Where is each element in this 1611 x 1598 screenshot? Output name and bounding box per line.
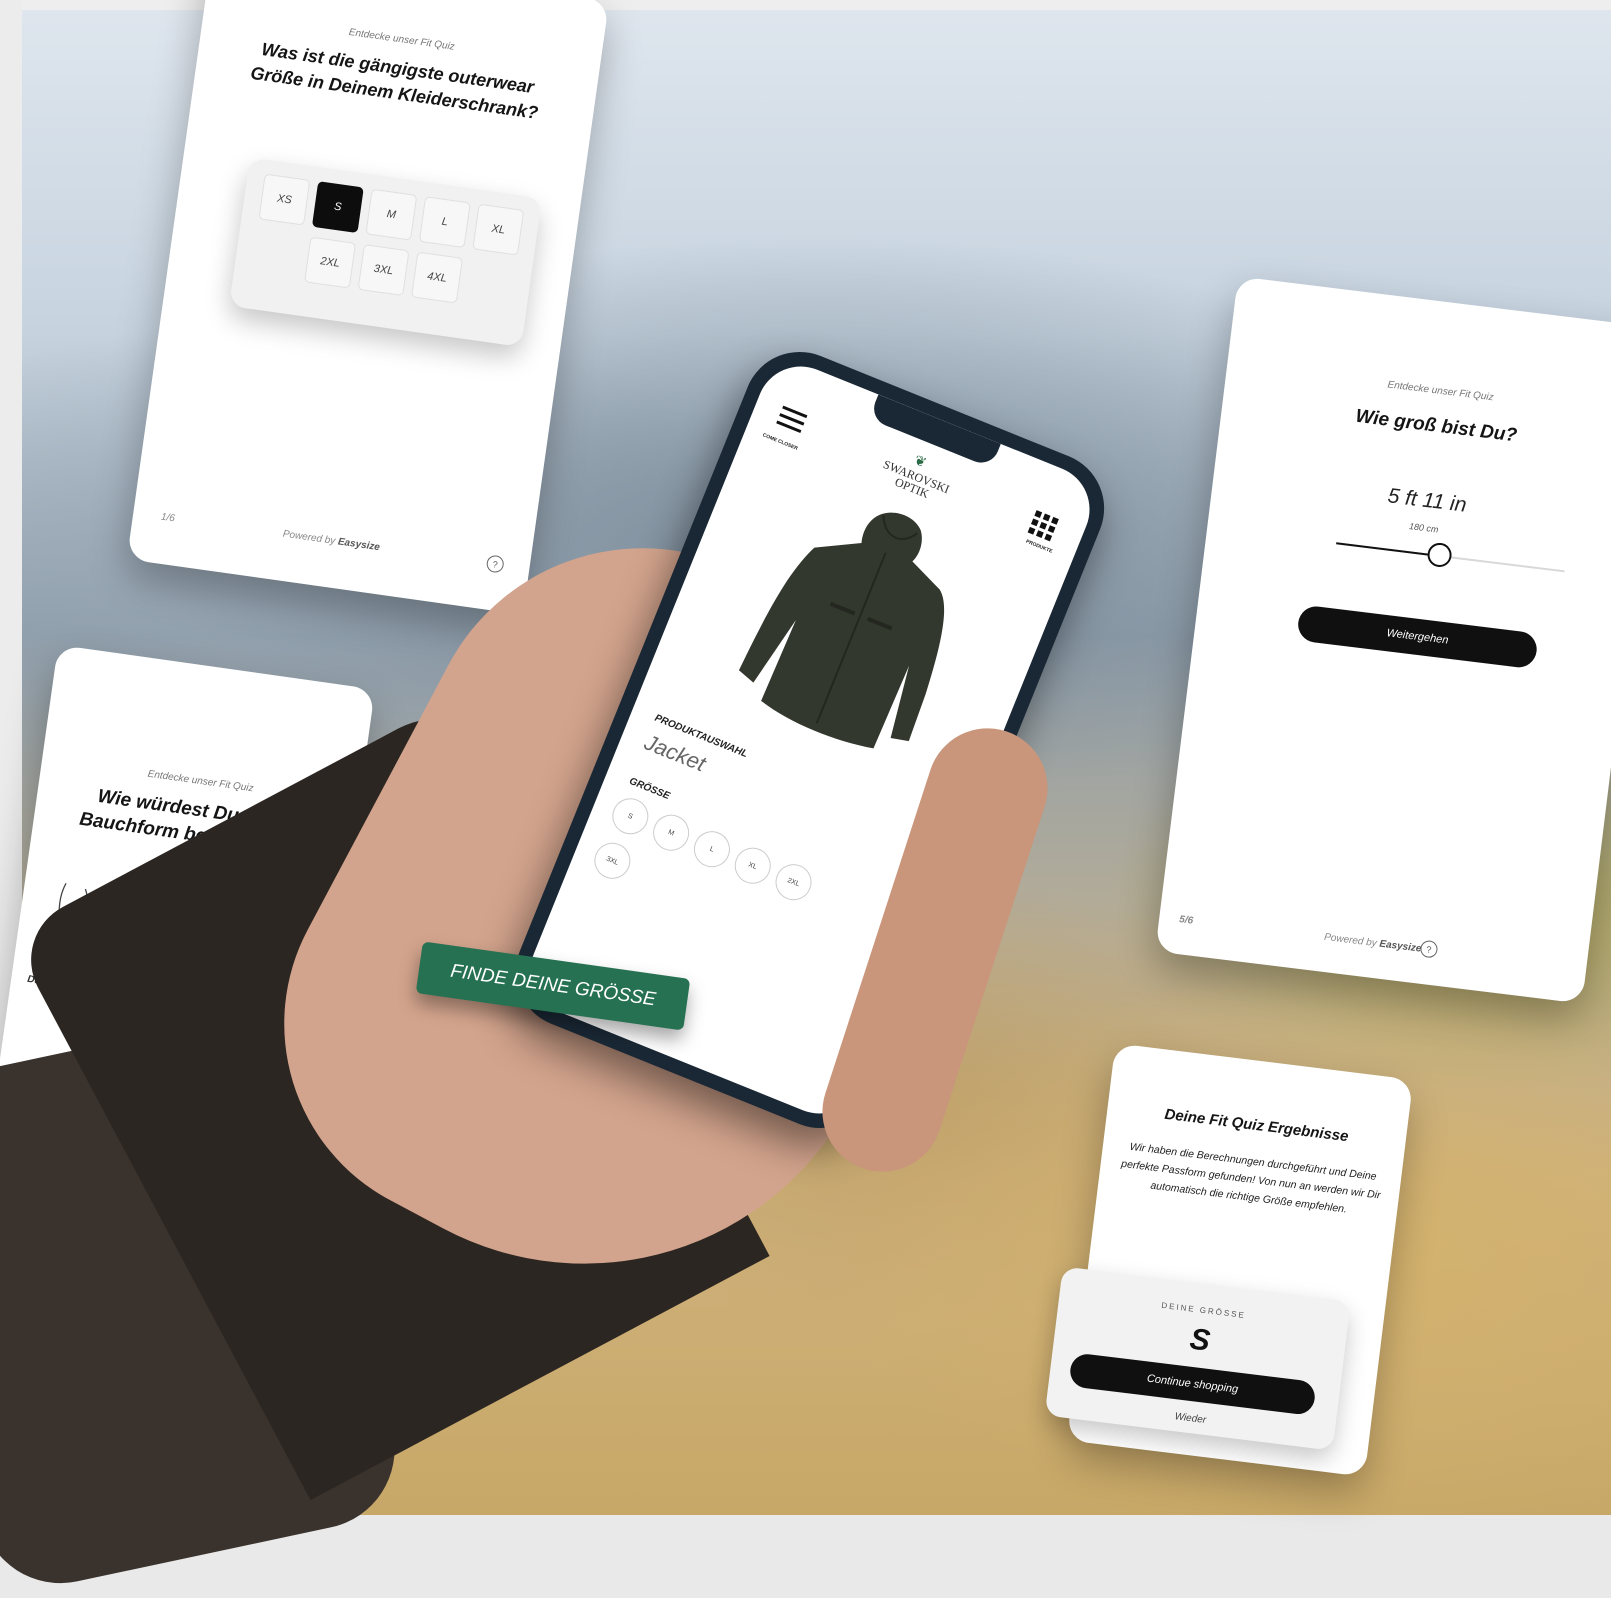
size-chip-panel: XS S M L XL 2XL 3XL 4XL — [229, 157, 543, 347]
result-description: Wir haben die Berechnungen durchgeführt … — [1120, 1140, 1382, 1216]
phone-size-m[interactable]: M — [647, 809, 695, 857]
phone-size-xl[interactable]: XL — [729, 842, 777, 890]
quiz-question: Was ist die gängigste outerwear Größe in… — [249, 39, 540, 123]
size-chip-l[interactable]: L — [418, 196, 471, 249]
powered-prefix: Powered by — [282, 528, 336, 547]
size-chip-4xl[interactable]: 4XL — [411, 251, 463, 304]
jacket-product-image — [738, 512, 945, 749]
height-slider[interactable] — [1336, 541, 1565, 573]
size-chip-2xl[interactable]: 2XL — [304, 236, 357, 289]
size-chip-3xl[interactable]: 3XL — [357, 244, 410, 297]
slider-thumb[interactable] — [1425, 541, 1453, 569]
size-chip-xs[interactable]: XS — [258, 173, 311, 226]
size-chip-m[interactable]: M — [365, 188, 418, 241]
powered-prefix: Powered by — [1323, 931, 1378, 950]
size-chip-group: XS S M L XL 2XL 3XL 4XL — [246, 173, 530, 312]
powered-brand: Easysize — [1378, 938, 1422, 955]
size-chip-s[interactable]: S — [311, 181, 364, 234]
quiz-height-card: Entdecke unser Fit Quiz Wie groß bist Du… — [1155, 276, 1611, 1004]
powered-brand: Easysize — [337, 536, 381, 554]
powered-by: Powered by Easysize — [133, 508, 531, 575]
quiz-result-card: Deine Fit Quiz Ergebnisse Wir haben die … — [1044, 1043, 1414, 1477]
phone-size-l[interactable]: L — [688, 825, 736, 873]
continue-button[interactable]: Weitergehen — [1296, 604, 1539, 670]
phone-size-3xl[interactable]: 3XL — [588, 837, 636, 885]
phone-size-2xl[interactable]: 2XL — [770, 858, 817, 906]
phone-size-options: S M L XL 2XL 3XL — [588, 792, 852, 965]
help-icon[interactable]: ? — [485, 554, 505, 574]
phone-size-s[interactable]: S — [606, 792, 654, 840]
result-size-panel: DEINE GRÖSSE S Continue shopping Wieder — [1044, 1266, 1351, 1451]
slider-fill — [1336, 542, 1440, 557]
size-chip-xl[interactable]: XL — [472, 203, 525, 256]
